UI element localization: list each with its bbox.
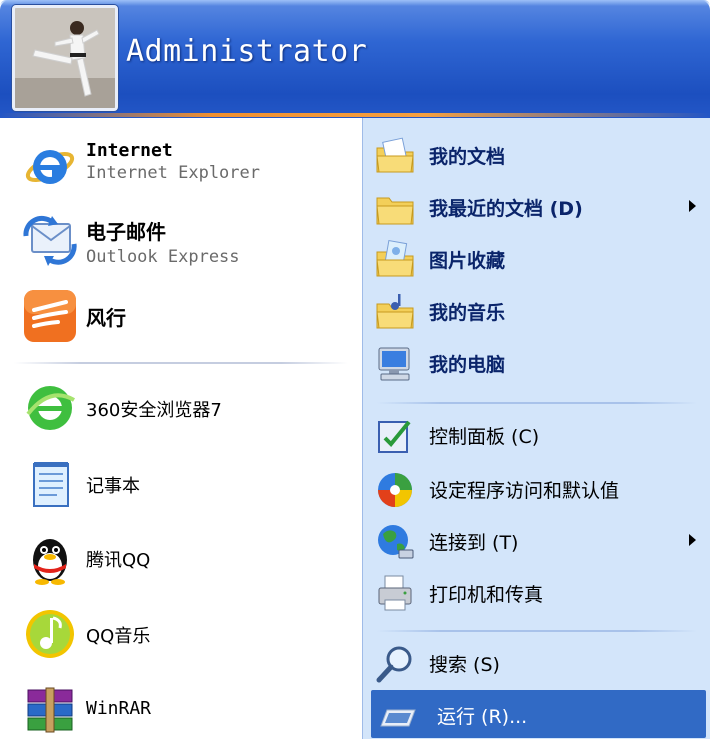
- system-printers[interactable]: 打印机和传真: [363, 568, 710, 616]
- place-label: 我的音乐: [429, 302, 506, 324]
- place-my-music[interactable]: 我的音乐: [363, 286, 710, 334]
- program-item-360-browser[interactable]: 360安全浏览器7: [0, 376, 362, 440]
- search-icon: [375, 644, 415, 684]
- pinned-title: 电子邮件: [86, 220, 166, 244]
- program-label: WinRAR: [86, 698, 152, 719]
- pinned-separator: [14, 362, 348, 364]
- internet-explorer-icon: [22, 138, 78, 194]
- connect-to-icon: [375, 522, 415, 562]
- place-my-computer[interactable]: 我的电脑: [363, 338, 710, 386]
- user-name: Administrator: [126, 34, 368, 69]
- submenu-arrow-icon: [689, 534, 696, 546]
- system-label: 打印机和传真: [429, 584, 544, 606]
- my-music-icon: [375, 292, 415, 332]
- program-defaults-icon: [375, 470, 415, 510]
- program-item-qq[interactable]: 腾讯QQ: [0, 526, 362, 590]
- printers-icon: [375, 574, 415, 614]
- place-my-documents[interactable]: 我的文档: [363, 130, 710, 178]
- program-label: 360安全浏览器7: [86, 400, 222, 421]
- place-label: 我最近的文档 (D): [429, 198, 583, 220]
- system-separator: [377, 630, 697, 632]
- pinned-item-email[interactable]: 电子邮件 Outlook Express: [0, 208, 362, 272]
- program-label: QQ音乐: [86, 626, 151, 647]
- my-documents-icon: [375, 136, 415, 176]
- qq-music-icon: [22, 606, 78, 662]
- place-my-pictures[interactable]: 图片收藏: [363, 234, 710, 282]
- program-item-qq-music[interactable]: QQ音乐: [0, 602, 362, 666]
- tool-label: 搜索 (S): [429, 654, 500, 676]
- program-item-notepad[interactable]: 记事本: [0, 452, 362, 516]
- place-label: 我的文档: [429, 146, 506, 168]
- program-label: 腾讯QQ: [86, 550, 151, 571]
- winrar-icon: [22, 682, 78, 738]
- start-menu-header: Administrator: [0, 0, 710, 118]
- system-connect-to[interactable]: 连接到 (T): [363, 516, 710, 564]
- karate-kick-picture: [15, 8, 115, 108]
- user-avatar[interactable]: [12, 5, 118, 111]
- place-label: 我的电脑: [429, 354, 506, 376]
- notepad-icon: [22, 456, 78, 512]
- 360-browser-icon: [22, 380, 78, 436]
- control-panel-icon: [375, 416, 415, 456]
- system-label: 控制面板 (C): [429, 426, 540, 448]
- header-accent-line: [0, 113, 710, 117]
- outlook-express-icon: [22, 212, 78, 268]
- pinned-item-internet[interactable]: Internet Internet Explorer: [0, 134, 362, 198]
- programs-panel: Internet Internet Explorer 电子邮件 Outlook …: [0, 118, 362, 739]
- funshion-icon: [22, 288, 78, 344]
- recent-documents-icon: [375, 188, 415, 228]
- system-control-panel[interactable]: 控制面板 (C): [363, 410, 710, 458]
- pinned-title: Internet: [86, 140, 173, 161]
- place-label: 图片收藏: [429, 250, 506, 272]
- system-label: 连接到 (T): [429, 532, 519, 554]
- my-computer-icon: [375, 344, 415, 384]
- pinned-subtitle: Outlook Express: [86, 247, 240, 267]
- qq-penguin-icon: [22, 530, 78, 586]
- run-icon: [379, 696, 419, 736]
- places-separator: [377, 402, 697, 404]
- pinned-item-funshion[interactable]: 风行: [0, 284, 362, 348]
- tool-run[interactable]: 运行 (R)...: [371, 690, 706, 738]
- system-program-defaults[interactable]: 设定程序访问和默认值: [363, 464, 710, 512]
- tool-search[interactable]: 搜索 (S): [363, 638, 710, 686]
- pinned-title: 风行: [86, 306, 126, 330]
- system-label: 设定程序访问和默认值: [429, 480, 620, 502]
- my-pictures-icon: [375, 240, 415, 280]
- program-item-winrar[interactable]: WinRAR: [0, 678, 362, 742]
- submenu-arrow-icon: [689, 200, 696, 212]
- pinned-subtitle: Internet Explorer: [86, 163, 260, 183]
- places-panel: 我的文档 我最近的文档 (D) 图片收藏 我的音乐 我的电脑 控制面板 (C) …: [362, 118, 710, 739]
- place-recent-documents[interactable]: 我最近的文档 (D): [363, 182, 710, 230]
- program-label: 记事本: [86, 476, 140, 497]
- tool-label: 运行 (R)...: [437, 706, 528, 728]
